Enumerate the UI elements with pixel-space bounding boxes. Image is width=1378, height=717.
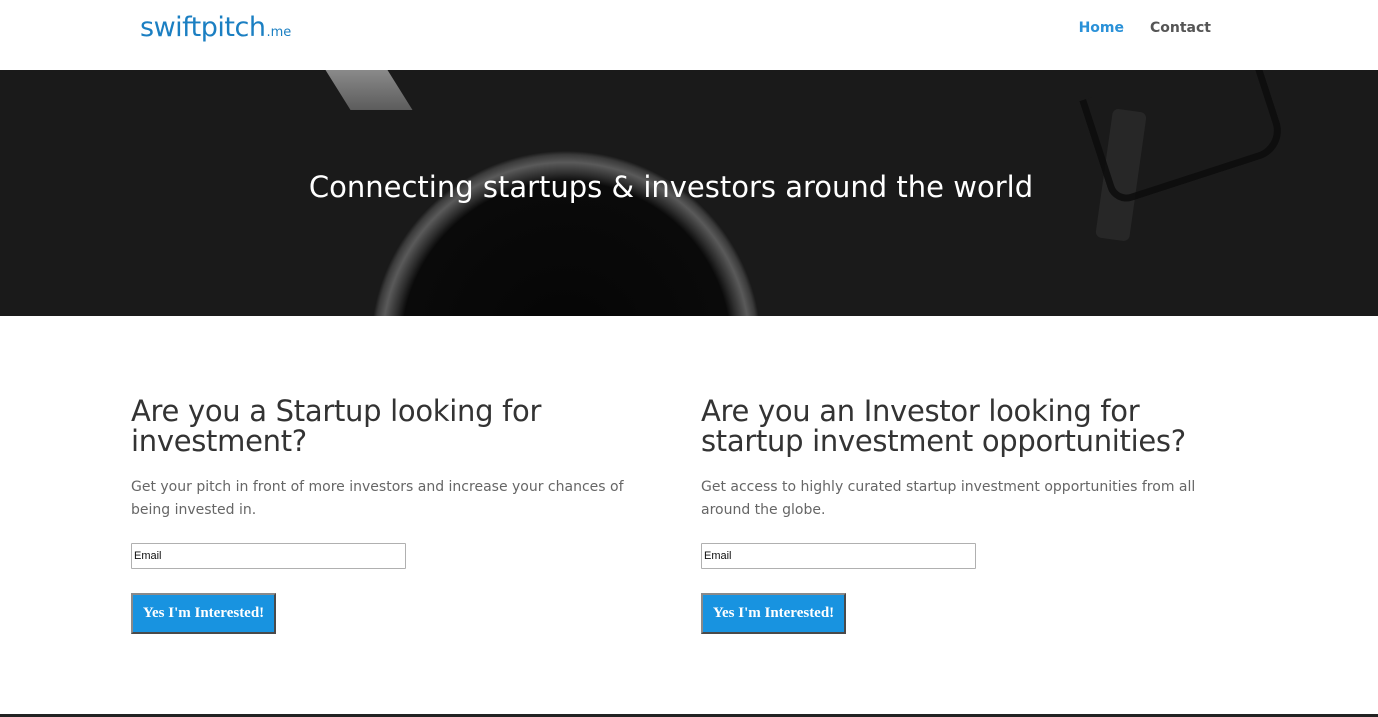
hero-banner: Connecting startups & investors around t… — [0, 70, 1378, 316]
main-nav: Home Contact — [1079, 20, 1211, 36]
site-header: swiftpitch .me Home Contact — [0, 0, 1378, 70]
startup-interested-button[interactable]: Yes I'm Interested! — [131, 593, 276, 634]
hero-title: Connecting startups & investors around t… — [308, 170, 1034, 204]
investor-signup-section: Are you an Investor looking for startup … — [701, 394, 1211, 634]
logo-wordmark: swiftpitch — [140, 12, 266, 43]
logo-tld: .me — [266, 25, 292, 40]
investor-interested-button[interactable]: Yes I'm Interested! — [701, 593, 846, 634]
startup-heading: Are you a Startup looking for investment… — [131, 394, 542, 458]
startup-description: Get your pitch in front of more investor… — [131, 479, 624, 518]
startup-email-input[interactable] — [131, 543, 406, 569]
investor-heading: Are you an Investor looking for startup … — [701, 394, 1186, 458]
logo[interactable]: swiftpitch .me — [140, 12, 291, 48]
nav-contact-link[interactable]: Contact — [1150, 20, 1211, 36]
nav-home-link[interactable]: Home — [1079, 20, 1124, 36]
investor-email-input[interactable] — [701, 543, 976, 569]
startup-signup-section: Are you a Startup looking for investment… — [131, 394, 641, 634]
mug-handle-decoration — [325, 70, 413, 110]
investor-description: Get access to highly curated startup inv… — [701, 479, 1196, 518]
